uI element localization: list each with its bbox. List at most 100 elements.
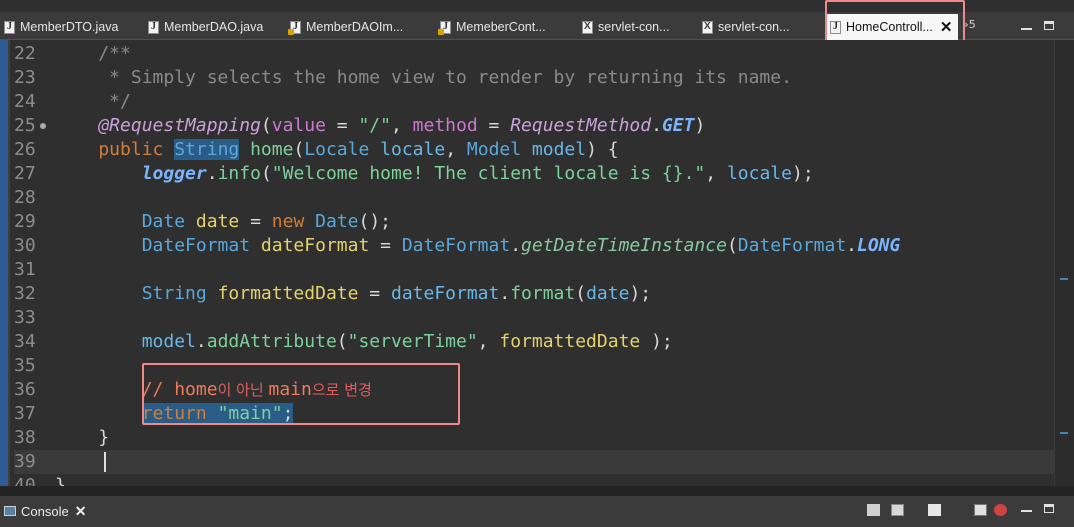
line-number: 24: [14, 91, 36, 112]
console-maximize-icon[interactable]: [1044, 504, 1054, 513]
code-token: locale: [726, 163, 792, 184]
code-token: public: [55, 139, 175, 160]
code-line[interactable]: 25 @RequestMapping(value = "/", method =…: [14, 114, 1054, 138]
code-token: DateFormat: [141, 235, 251, 256]
code-text: DateFormat dateFormat = DateFormat.getDa…: [55, 234, 901, 258]
code-text: public String home(Locale locale, Model …: [55, 138, 619, 162]
maximize-icon[interactable]: [1044, 21, 1054, 30]
console-minimize-icon[interactable]: [1021, 510, 1032, 520]
code-text: */: [55, 90, 131, 114]
tab-memberdao-java[interactable]: MemberDAO.java: [148, 16, 263, 38]
code-token: "/": [358, 115, 391, 136]
tab-console[interactable]: Console ✕: [4, 500, 86, 522]
code-line[interactable]: 32 String formattedDate = dateFormat.for…: [14, 282, 1054, 306]
open-console-icon[interactable]: [928, 504, 941, 516]
console-tab-label: Console: [21, 503, 69, 519]
line-number: 37: [14, 403, 36, 424]
line-number: 27: [14, 163, 36, 184]
tab-label: MemberDAOIm...: [306, 20, 404, 34]
line-number: 34: [14, 331, 36, 352]
code-token: DateFormat: [737, 235, 847, 256]
display-selected-console-icon[interactable]: [867, 504, 880, 516]
overview-marker[interactable]: [1060, 432, 1068, 434]
close-icon[interactable]: ✕: [75, 503, 87, 520]
console-icon: [4, 506, 16, 516]
code-text: Date date = new Date();: [55, 210, 391, 234]
code-line[interactable]: 30 DateFormat dateFormat = DateFormat.ge…: [14, 234, 1054, 258]
editor-left-gutter-bar: [0, 40, 8, 486]
code-token: (: [575, 283, 587, 304]
tab-memebercont[interactable]: MemeberCont...: [438, 16, 546, 38]
line-number: 25: [14, 115, 36, 136]
code-editor[interactable]: 22 /** 23 * Simply selects the home view …: [0, 40, 1074, 496]
code-line[interactable]: 24 */: [14, 90, 1054, 114]
clear-console-icon[interactable]: [974, 504, 987, 516]
code-token: locale: [380, 139, 446, 160]
line-number: 23: [14, 67, 36, 88]
line-number: 29: [14, 211, 36, 232]
code-token: }: [55, 427, 110, 448]
pin-console-icon[interactable]: [891, 504, 904, 516]
code-token: getDateTimeInstance: [521, 235, 727, 256]
code-highlight-box: [142, 363, 460, 425]
code-line[interactable]: 38 }: [14, 426, 1054, 450]
code-line[interactable]: 26 public String home(Locale locale, Mod…: [14, 138, 1054, 162]
line-number: 22: [14, 43, 36, 64]
tab-memberdaoim[interactable]: MemberDAOIm...: [288, 16, 404, 38]
xml-file-icon: [702, 20, 713, 34]
code-line[interactable]: 27 logger.info("Welcome home! The client…: [14, 162, 1054, 186]
code-line[interactable]: 39: [14, 450, 1054, 474]
code-token: .: [510, 235, 522, 256]
code-line[interactable]: 28: [14, 186, 1054, 210]
code-token: "Welcome home! The client locale is {}.": [271, 163, 706, 184]
java-impl-file-icon: [288, 20, 301, 35]
code-line[interactable]: 34 model.addAttribute("serverTime", form…: [14, 330, 1054, 354]
code-line[interactable]: 31: [14, 258, 1054, 282]
vertical-scrollbar[interactable]: [1054, 40, 1074, 486]
code-line[interactable]: 23 * Simply selects the home view to ren…: [14, 66, 1054, 90]
code-text: /**: [55, 42, 131, 66]
overview-marker[interactable]: [1060, 278, 1068, 280]
xml-file-icon: [582, 20, 593, 34]
line-number: 39: [14, 451, 36, 472]
code-lines[interactable]: 22 /** 23 * Simply selects the home view …: [14, 42, 1054, 498]
tab-servlet-con[interactable]: servlet-con...: [582, 16, 670, 38]
java-impl-file-icon: [438, 20, 451, 35]
line-number: 36: [14, 379, 36, 400]
code-line[interactable]: 29 Date date = new Date();: [14, 210, 1054, 234]
tab-servlet-con[interactable]: servlet-con...: [702, 16, 790, 38]
panel-divider[interactable]: [0, 486, 1074, 496]
code-token: new: [271, 211, 305, 232]
line-number: 35: [14, 355, 36, 376]
code-token: info: [217, 163, 261, 184]
code-token: (: [260, 115, 272, 136]
terminate-icon[interactable]: [994, 504, 1007, 516]
code-token: Locale: [304, 139, 370, 160]
active-tab-highlight-box: [825, 0, 965, 45]
minimize-icon[interactable]: [1021, 28, 1032, 38]
tab-label: MemberDTO.java: [20, 20, 119, 34]
code-token: ,: [445, 139, 467, 160]
code-token: * Simply selects the home view to render…: [55, 67, 792, 88]
java-file-icon: [148, 20, 159, 34]
code-token: "serverTime": [347, 331, 478, 352]
code-text: String formattedDate = dateFormat.format…: [55, 282, 651, 306]
code-token: @RequestMapping: [55, 115, 261, 136]
code-line[interactable]: 33: [14, 306, 1054, 330]
code-token: (: [260, 163, 272, 184]
code-token: Date: [141, 211, 186, 232]
code-token: ();: [358, 211, 392, 232]
tab-label: MemeberCont...: [456, 20, 546, 34]
code-token: ) {: [586, 139, 619, 160]
tab-label: servlet-con...: [718, 20, 790, 34]
code-token: =: [477, 115, 511, 136]
tab-memberdto-java[interactable]: MemberDTO.java: [4, 16, 118, 38]
code-line[interactable]: 22 /**: [14, 42, 1054, 66]
fold-toggle-icon[interactable]: [40, 123, 46, 129]
